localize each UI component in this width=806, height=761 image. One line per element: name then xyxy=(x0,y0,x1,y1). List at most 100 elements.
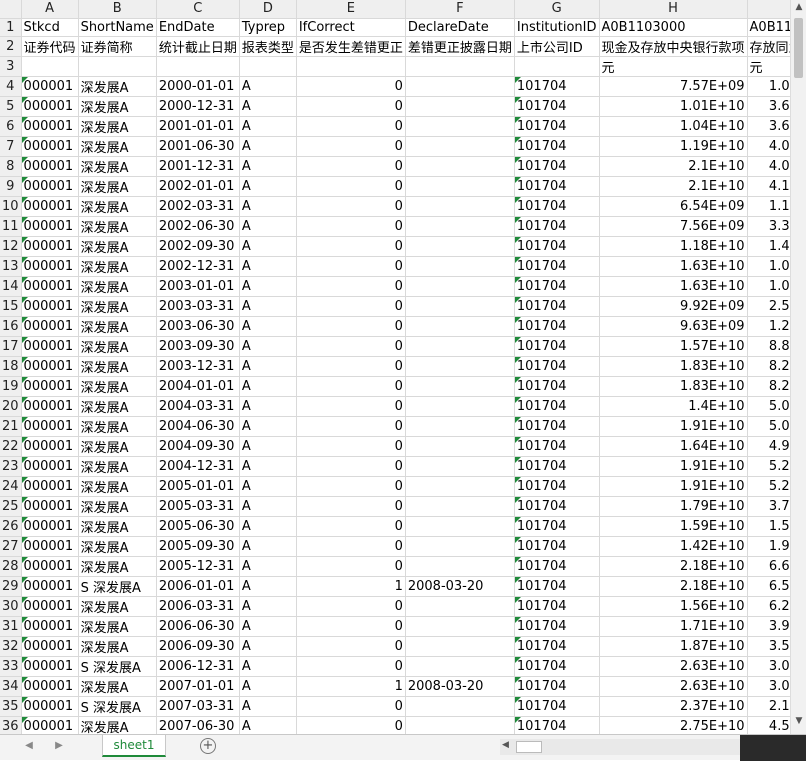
cell[interactable]: 现金及存放中央银行款项 xyxy=(599,36,748,57)
cell[interactable]: 2005-03-31 xyxy=(156,496,240,517)
row-header[interactable]: 28 xyxy=(0,556,22,577)
cell[interactable] xyxy=(405,416,515,437)
cell[interactable]: 0 xyxy=(296,296,406,317)
cell[interactable] xyxy=(405,96,515,117)
cell[interactable]: 101704 xyxy=(514,476,600,497)
row-header[interactable]: 4 xyxy=(0,76,22,97)
cell[interactable]: 000001 xyxy=(21,476,79,497)
cell[interactable]: 0 xyxy=(296,76,406,97)
cell[interactable]: A xyxy=(239,316,297,337)
cell[interactable]: 0 xyxy=(296,396,406,417)
cell[interactable]: 1.91E+10 xyxy=(599,476,748,497)
cell[interactable]: 000001 xyxy=(21,656,79,677)
row-header[interactable]: 19 xyxy=(0,376,22,397)
cell[interactable]: 1.19E+10 xyxy=(599,136,748,157)
cell[interactable]: 0 xyxy=(296,376,406,397)
cell[interactable]: 101704 xyxy=(514,576,600,597)
cell[interactable]: A xyxy=(239,376,297,397)
cell[interactable]: A xyxy=(239,656,297,677)
cell[interactable]: 000001 xyxy=(21,696,79,717)
cell[interactable]: 2001-12-31 xyxy=(156,156,240,177)
cell[interactable]: 2.1E+10 xyxy=(599,176,748,197)
cell-table[interactable]: ABCDEFGHIJK 1StkcdShortNameEndDateTyprep… xyxy=(0,0,790,734)
cell[interactable]: 2007-03-31 xyxy=(156,696,240,717)
cell[interactable]: 1.18E+10 xyxy=(599,236,748,257)
cell[interactable]: 深发展A xyxy=(78,156,157,177)
cell[interactable]: 4.59E+09 xyxy=(747,716,790,734)
cell[interactable]: 101704 xyxy=(514,516,600,537)
cell[interactable]: 000001 xyxy=(21,416,79,437)
cell[interactable]: 1.71E+10 xyxy=(599,616,748,637)
row-header[interactable]: 26 xyxy=(0,516,22,537)
cell[interactable]: 101704 xyxy=(514,636,600,657)
cell[interactable]: A xyxy=(239,516,297,537)
row-header[interactable]: 7 xyxy=(0,136,22,157)
cell[interactable]: 深发展A xyxy=(78,516,157,537)
cell[interactable]: S 深发展A xyxy=(78,656,157,677)
cell[interactable]: 000001 xyxy=(21,376,79,397)
cell[interactable]: 8.83E+09 xyxy=(747,336,790,357)
cell[interactable]: 0 xyxy=(296,316,406,337)
cell[interactable]: 2000-01-01 xyxy=(156,76,240,97)
cell[interactable]: 101704 xyxy=(514,136,600,157)
cell[interactable] xyxy=(405,656,515,677)
cell[interactable] xyxy=(405,176,515,197)
cell[interactable]: Typrep xyxy=(239,18,297,37)
cell[interactable]: 000001 xyxy=(21,196,79,217)
cell[interactable]: 0 xyxy=(296,336,406,357)
cell[interactable]: 1.04E+10 xyxy=(599,116,748,137)
cell[interactable]: 1.63E+10 xyxy=(599,256,748,277)
cell[interactable]: 0 xyxy=(296,116,406,137)
cell[interactable]: 000001 xyxy=(21,716,79,734)
cell[interactable]: 深发展A xyxy=(78,676,157,697)
cell[interactable]: A xyxy=(239,356,297,377)
cell[interactable]: 2005-09-30 xyxy=(156,536,240,557)
cell[interactable]: 2.1E+10 xyxy=(599,156,748,177)
row-header[interactable]: 17 xyxy=(0,336,22,357)
cell[interactable] xyxy=(239,56,297,77)
cell[interactable]: 2003-01-01 xyxy=(156,276,240,297)
cell[interactable]: A xyxy=(239,436,297,457)
cell[interactable]: 8.22E+09 xyxy=(747,356,790,377)
cell[interactable]: 2004-03-31 xyxy=(156,396,240,417)
cell[interactable]: 7.56E+09 xyxy=(599,216,748,237)
cell[interactable]: 0 xyxy=(296,276,406,297)
cell[interactable]: 3.65E+09 xyxy=(747,96,790,117)
cell[interactable]: 1.91E+10 xyxy=(599,456,748,477)
cell[interactable]: 000001 xyxy=(21,636,79,657)
row-header[interactable]: 21 xyxy=(0,416,22,437)
cell[interactable]: 1.87E+10 xyxy=(599,636,748,657)
cell[interactable] xyxy=(296,56,406,77)
cell[interactable]: 1 xyxy=(296,676,406,697)
cell[interactable]: 000001 xyxy=(21,676,79,697)
row-header[interactable]: 33 xyxy=(0,656,22,677)
cell[interactable]: 2.54E+09 xyxy=(747,296,790,317)
cell[interactable]: 000001 xyxy=(21,396,79,417)
cell[interactable]: 0 xyxy=(296,536,406,557)
cell[interactable]: 深发展A xyxy=(78,276,157,297)
cell[interactable]: 深发展A xyxy=(78,716,157,734)
cell[interactable]: IfCorrect xyxy=(296,18,406,37)
spreadsheet-grid[interactable]: ABCDEFGHIJK 1StkcdShortNameEndDateTyprep… xyxy=(0,0,790,734)
cell[interactable]: 深发展A xyxy=(78,236,157,257)
cell[interactable]: 2003-12-31 xyxy=(156,356,240,377)
cell[interactable]: 101704 xyxy=(514,596,600,617)
cell[interactable] xyxy=(405,256,515,277)
last-sheet-arrow-icon[interactable]: ▶ xyxy=(52,740,66,751)
cell[interactable]: 深发展A xyxy=(78,356,157,377)
column-header[interactable]: F xyxy=(405,0,515,19)
cell[interactable]: 2004-06-30 xyxy=(156,416,240,437)
cell[interactable]: 4.12E+09 xyxy=(747,176,790,197)
cell[interactable]: 0 xyxy=(296,256,406,277)
cell[interactable]: 深发展A xyxy=(78,436,157,457)
row-header[interactable]: 15 xyxy=(0,296,22,317)
row-header[interactable]: 20 xyxy=(0,396,22,417)
cell[interactable]: 2002-12-31 xyxy=(156,256,240,277)
cell[interactable]: 深发展A xyxy=(78,336,157,357)
cell[interactable]: 2006-03-31 xyxy=(156,596,240,617)
cell[interactable]: 4.97E+09 xyxy=(747,436,790,457)
cell[interactable]: A xyxy=(239,636,297,657)
cell[interactable]: A xyxy=(239,156,297,177)
cell[interactable]: 101704 xyxy=(514,356,600,377)
cell[interactable]: 2.18E+10 xyxy=(599,576,748,597)
